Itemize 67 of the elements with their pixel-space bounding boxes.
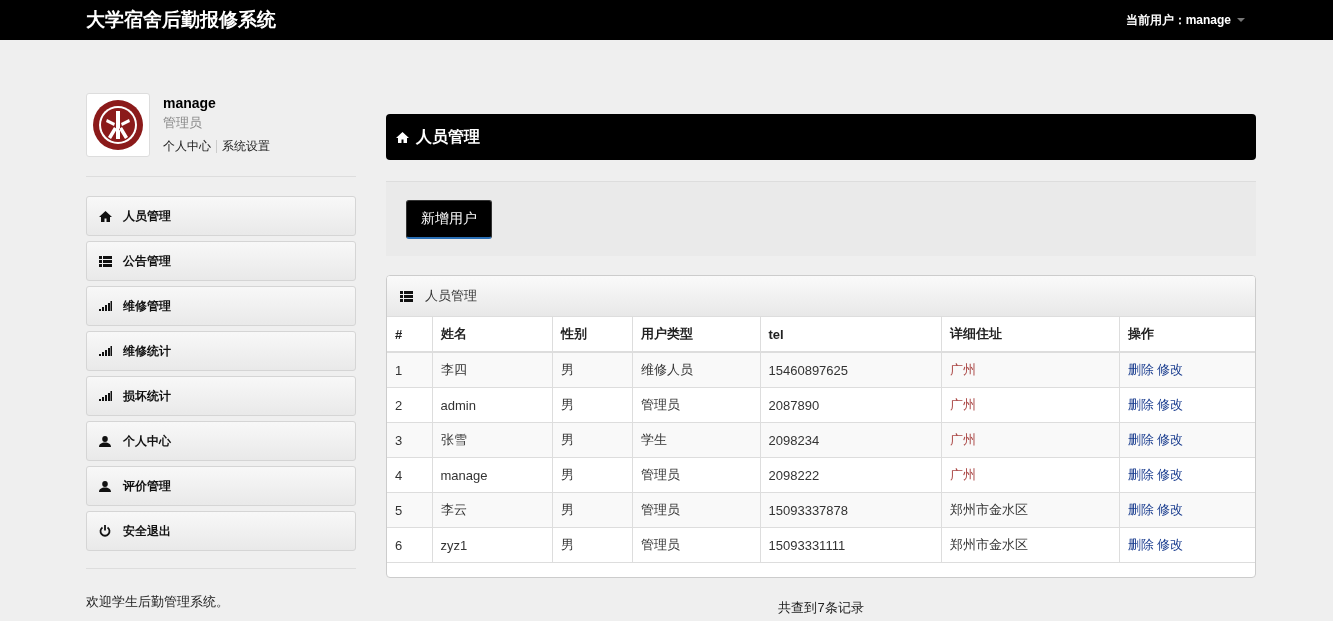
add-user-button[interactable]: 新增用户 [406, 199, 492, 239]
table-cell: 管理员 [632, 527, 760, 563]
user-role: 管理员 [163, 114, 203, 132]
sidebar-item[interactable]: 人员管理 [86, 196, 356, 236]
table-cell: 广州 [949, 397, 976, 412]
sidebar-item[interactable]: 安全退出 [86, 511, 356, 551]
table-cell: 广州 [949, 467, 976, 482]
table-cell: 2098234 [760, 422, 941, 458]
action-link[interactable]: 修改 [1157, 467, 1184, 482]
table-cell: 3 [387, 422, 432, 458]
table-cell: 4 [387, 457, 432, 493]
record-count: 共查到7条记录 [777, 599, 865, 617]
action-link[interactable]: 删除 [1127, 537, 1154, 552]
table-cell: 男 [552, 352, 632, 388]
user-name: manage [163, 95, 217, 111]
table-cell: 郑州市金水区 [949, 537, 1028, 552]
table-cell: 管理员 [632, 492, 760, 528]
table-cell: 5 [387, 492, 432, 528]
table-cell: 15093337878 [760, 492, 941, 528]
table-cell: 李云 [432, 492, 552, 528]
action-link[interactable]: 修改 [1157, 432, 1184, 447]
table-cell: 广州 [949, 362, 976, 377]
action-link[interactable]: 修改 [1157, 362, 1184, 377]
table-cell: 张雪 [432, 422, 552, 458]
sidebar-item[interactable]: 维修统计 [86, 331, 356, 371]
table-cell: 维修人员 [632, 352, 760, 388]
action-link[interactable]: 修改 [1157, 537, 1184, 552]
action-link[interactable]: 删除 [1127, 397, 1154, 412]
welcome-text: 欢迎学生后勤管理系统。 [86, 593, 230, 611]
table-cell: 1 [387, 352, 432, 388]
table-cell: 6 [387, 527, 432, 563]
table-cell: manage [432, 457, 552, 493]
table-cell: 李四 [432, 352, 552, 388]
table-cell: 管理员 [632, 387, 760, 423]
table-cell: 15093331111 [760, 527, 941, 563]
table-cell: 广州 [949, 432, 976, 447]
action-link[interactable]: 删除 [1127, 467, 1154, 482]
table-cell: 2 [387, 387, 432, 423]
table-cell: 管理员 [632, 457, 760, 493]
table-cell: 学生 [632, 422, 760, 458]
table-cell: 男 [552, 527, 632, 563]
profile-link[interactable]: 个人中心 [163, 138, 211, 155]
sidebar-item[interactable]: 维修管理 [86, 286, 356, 326]
page-title: 人员管理 [416, 126, 480, 147]
action-link[interactable]: 删除 [1127, 362, 1154, 377]
table-cell: 2087890 [760, 387, 941, 423]
table-cell: 男 [552, 457, 632, 493]
table-cell: 男 [552, 387, 632, 423]
table-cell: 15460897625 [760, 352, 941, 388]
table-cell: 2098222 [760, 457, 941, 493]
action-link[interactable]: 修改 [1157, 502, 1184, 517]
table-cell: 男 [552, 492, 632, 528]
user-menu[interactable]: 当前用户：manage [1125, 11, 1245, 29]
sidebar-item[interactable]: 损坏统计 [86, 376, 356, 416]
table-cell: zyz1 [432, 527, 552, 563]
action-link[interactable]: 删除 [1127, 432, 1154, 447]
panel-title: 人员管理 [425, 287, 477, 305]
profile-link[interactable]: 系统设置 [222, 138, 270, 155]
app-title: 大学宿舍后勤报修系统 [86, 8, 276, 32]
sidebar-item[interactable]: 评价管理 [86, 466, 356, 506]
table-cell: 郑州市金水区 [949, 502, 1028, 517]
table-cell: admin [432, 387, 552, 423]
sidebar-item[interactable]: 个人中心 [86, 421, 356, 461]
action-link[interactable]: 修改 [1157, 397, 1184, 412]
sidebar-item[interactable]: 公告管理 [86, 241, 356, 281]
table-cell: 男 [552, 422, 632, 458]
action-link[interactable]: 删除 [1127, 502, 1154, 517]
